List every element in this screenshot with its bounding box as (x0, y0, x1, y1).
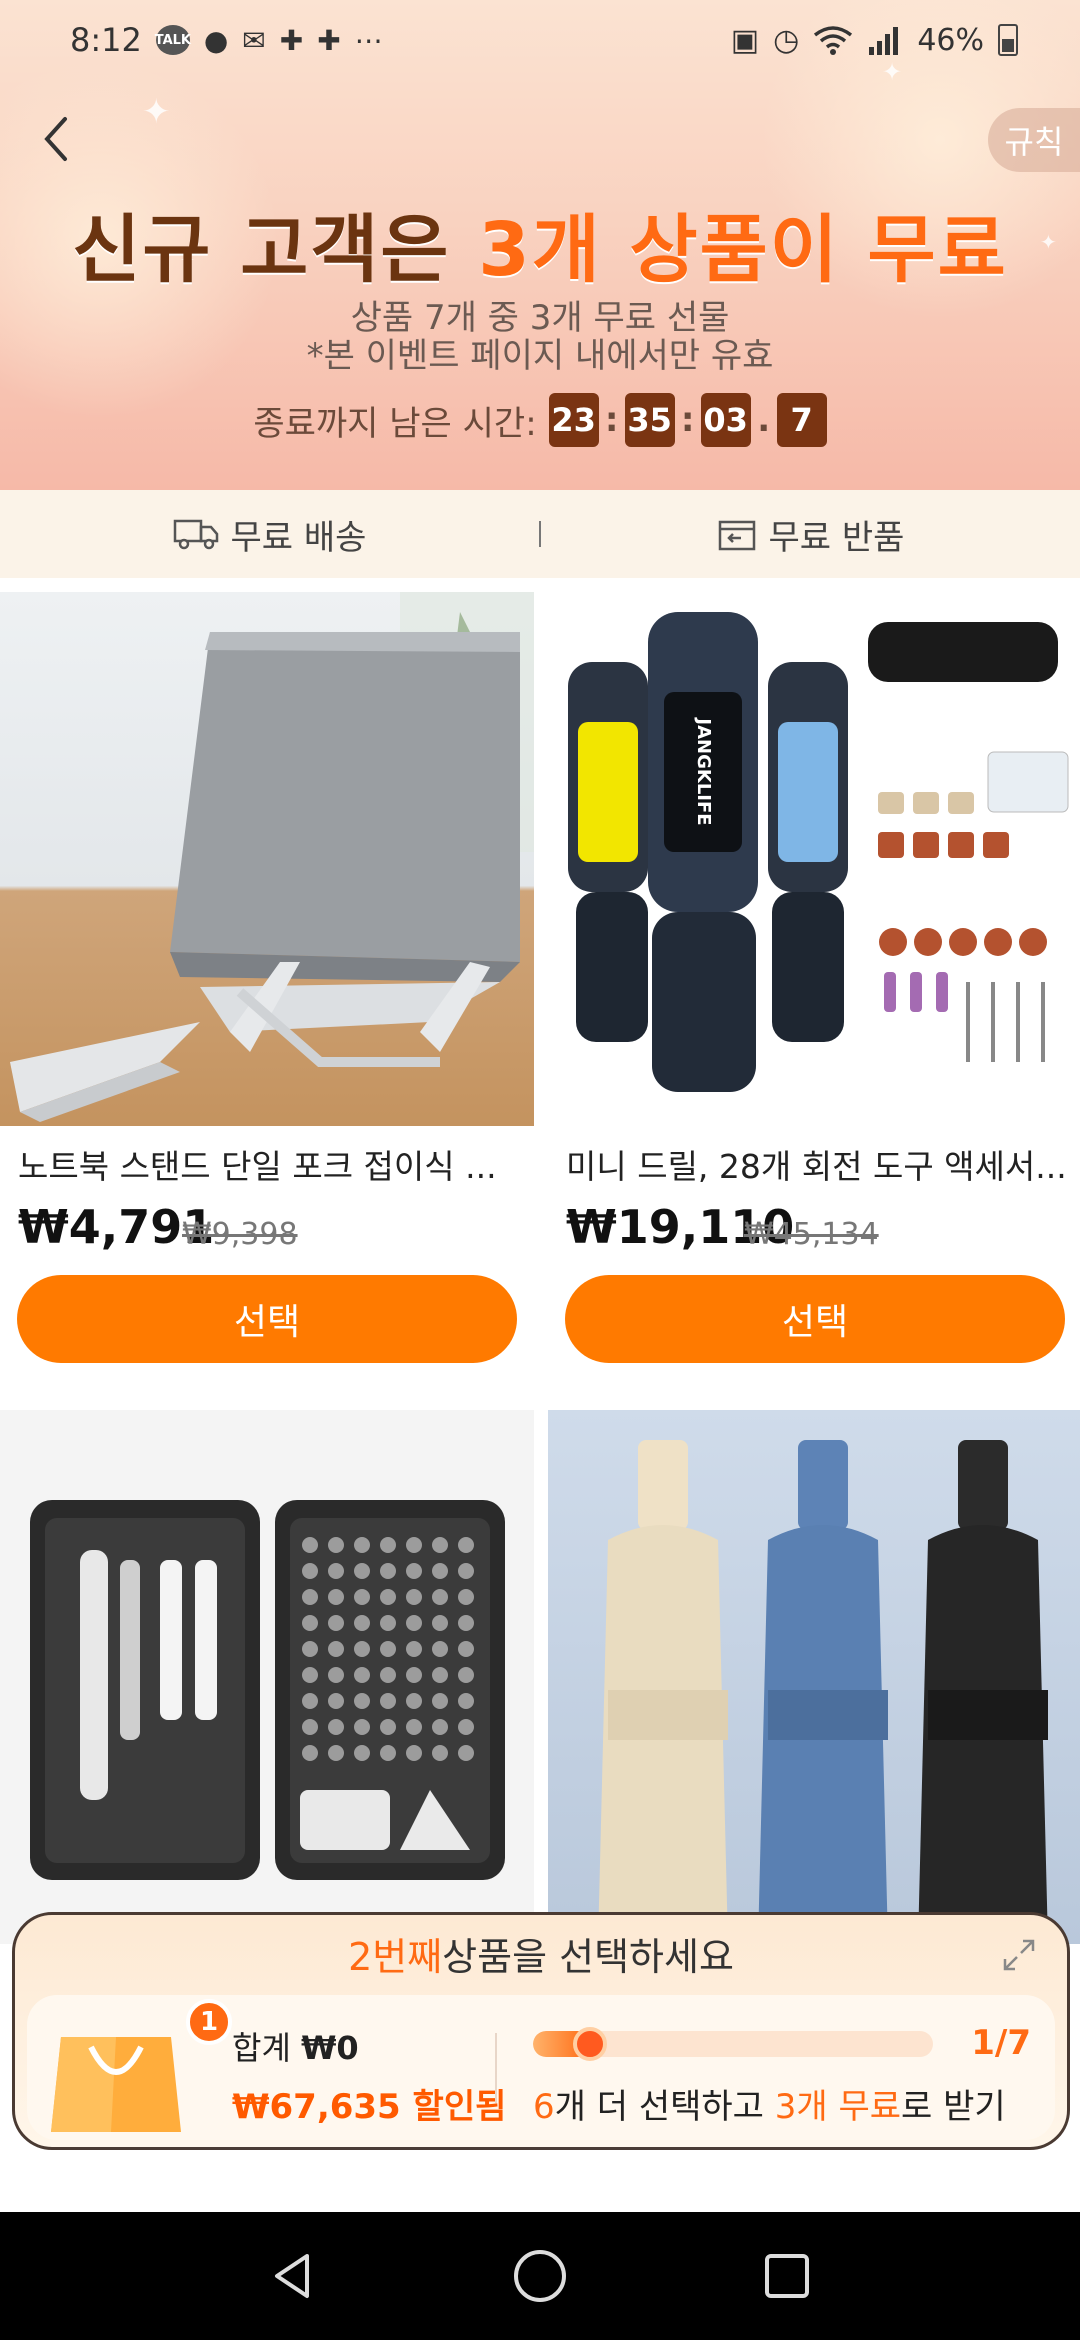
title-text: 신규 고객은 (72, 207, 479, 293)
nav-back-button[interactable] (253, 2236, 333, 2316)
countdown-separator: : (680, 400, 695, 440)
notification-icons: TALK ● ✉ ✚ ✚ ⋯ (155, 23, 383, 57)
signal-icon (869, 27, 899, 55)
product-card[interactable]: 노트북 스탠드 단일 포크 접이식 ... ₩4,791 ₩9,398 선택 (0, 592, 534, 1363)
square-recents-icon (764, 2254, 809, 2298)
countdown-minutes: 35 (624, 393, 675, 447)
selection-summary[interactable]: 1 합계 ₩0 ₩67,635 할인됨 1/7 6개 더 선택하고 3개 무료로… (27, 1995, 1055, 2140)
progress-step: 1/7 (971, 2023, 1031, 2063)
nav-recents-button[interactable] (747, 2236, 827, 2316)
progress-knob (573, 2027, 608, 2061)
mini-drill-illustration (568, 612, 1069, 1092)
bottom-strip (0, 2150, 1080, 2212)
product-original-price: ₩45,134 (744, 1217, 879, 1252)
bag-illustration (51, 2037, 181, 2132)
battery-percent: 46% (917, 22, 984, 58)
sparkle-icon: ✦ (142, 92, 171, 132)
umbrella-illustration (598, 1440, 1048, 1944)
subtitle-notice: *본 이벤트 페이지 내에서만 유효 (306, 336, 774, 376)
product-original-price: ₩9,398 (182, 1217, 298, 1252)
nav-home-button[interactable] (500, 2236, 580, 2316)
shopping-bag-icon[interactable]: 1 (41, 1999, 232, 2137)
product-image-screwdriver-set[interactable] (0, 1410, 534, 1944)
prompt-text: 상품을 선택하세요 (442, 1934, 734, 1979)
person-add-icon: ✚ (317, 23, 341, 57)
battery-icon (998, 24, 1018, 56)
laptop-stand-illustration (10, 592, 534, 1122)
wifi-icon (814, 26, 853, 55)
nfc-icon: ▣ (730, 22, 760, 58)
drill-brand-label: JANGKLIFE (693, 718, 715, 826)
countdown-label: 종료까지 남은 시간: (253, 403, 537, 444)
hint-free: 3개 무료 (774, 2087, 902, 2127)
expand-icon[interactable] (1001, 1937, 1037, 1973)
benefit-free-return[interactable]: 무료 반품 (541, 510, 1080, 559)
countdown-seconds: 03 (700, 393, 751, 447)
back-button[interactable] (30, 108, 80, 170)
countdown-separator: . (757, 400, 771, 440)
talk-icon: TALK (155, 25, 191, 55)
return-box-icon (718, 520, 755, 551)
system-icons: ▣ ◷ 46% (731, 23, 1018, 58)
hint-text: 개 더 선택하고 (554, 2087, 775, 2127)
countdown-timer: 종료까지 남은 시간: 23 : 35 : 03 . 7 (0, 393, 1080, 447)
triangle-back-icon (275, 2254, 310, 2298)
free-shipping-label: 무료 배송 (230, 517, 367, 558)
select-button[interactable]: 선택 (17, 1275, 517, 1363)
status-bar: 8:12 TALK ● ✉ ✚ ✚ ⋯ ▣ ◷ 46% (0, 0, 1080, 80)
rules-button[interactable]: 규칙 (988, 108, 1080, 172)
product-name[interactable]: 노트북 스탠드 단일 포크 접이식 ... (18, 1140, 523, 1188)
discount-amount: ₩67,635 할인됨 (232, 2087, 507, 2127)
page-title: 신규 고객은 3개 상품이 무료 (0, 190, 1080, 297)
chevron-left-icon (44, 117, 67, 161)
hint-count: 6 (533, 2087, 555, 2127)
alarm-icon: ◷ (773, 22, 800, 58)
selection-prompt: 2번째 상품을 선택하세요 (15, 1915, 1067, 1991)
screwdriver-set-illustration (30, 1500, 505, 1880)
more-icon: ⋯ (354, 23, 383, 57)
system-navigation-bar (0, 2212, 1080, 2340)
countdown-separator: : (604, 400, 619, 440)
selection-panel: 2번째 상품을 선택하세요 1 합계 ₩0 ₩67,635 할인됨 1/7 6개… (12, 1912, 1070, 2150)
product-image-mini-drill[interactable]: JANGKLIFE (548, 592, 1080, 1126)
prompt-highlight: 2번째 (348, 1934, 443, 1979)
countdown-hours: 23 (548, 393, 599, 447)
product-name[interactable]: 미니 드릴, 28개 회전 도구 액세서... (566, 1140, 1071, 1188)
product-image-umbrellas[interactable] (548, 1410, 1080, 1944)
status-time: 8:12 (70, 21, 142, 59)
mail-icon: ✉ (242, 23, 266, 57)
event-header: ✦ ✦ ✦ ✦ 8:12 TALK ● ✉ ✚ ✚ ⋯ ▣ ◷ 46% 규칙 신… (0, 0, 1080, 490)
notification-icon: ● (203, 23, 229, 57)
total-label: 합계 ₩0 (232, 2023, 359, 2069)
product-card[interactable]: JANGKLIFE 미니 드릴, 28개 회전 도구 액세서... ₩19,11… (548, 592, 1080, 1363)
total-value: ₩0 (301, 2029, 359, 2067)
total-text: 합계 (232, 2029, 302, 2067)
product-card[interactable] (548, 1410, 1080, 1944)
product-card[interactable] (0, 1410, 534, 1944)
free-return-label: 무료 반품 (768, 517, 905, 558)
countdown-tenths: 7 (776, 393, 827, 447)
person-add-icon: ✚ (279, 23, 304, 57)
product-image-laptop-stand[interactable] (0, 592, 534, 1126)
circle-home-icon (513, 2250, 566, 2302)
select-button[interactable]: 선택 (565, 1275, 1065, 1363)
title-highlight: 3개 상품이 무료 (478, 207, 1008, 293)
benefits-bar: 무료 배송 무료 반품 (0, 490, 1080, 578)
truck-icon (173, 519, 218, 550)
benefit-free-shipping[interactable]: 무료 배송 (0, 510, 539, 559)
summary-divider (495, 2033, 497, 2103)
bag-count-badge: 1 (186, 1999, 232, 2045)
progress-hint: 6개 더 선택하고 3개 무료로 받기 (533, 2079, 1006, 2128)
hint-end: 로 받기 (901, 2087, 1006, 2127)
